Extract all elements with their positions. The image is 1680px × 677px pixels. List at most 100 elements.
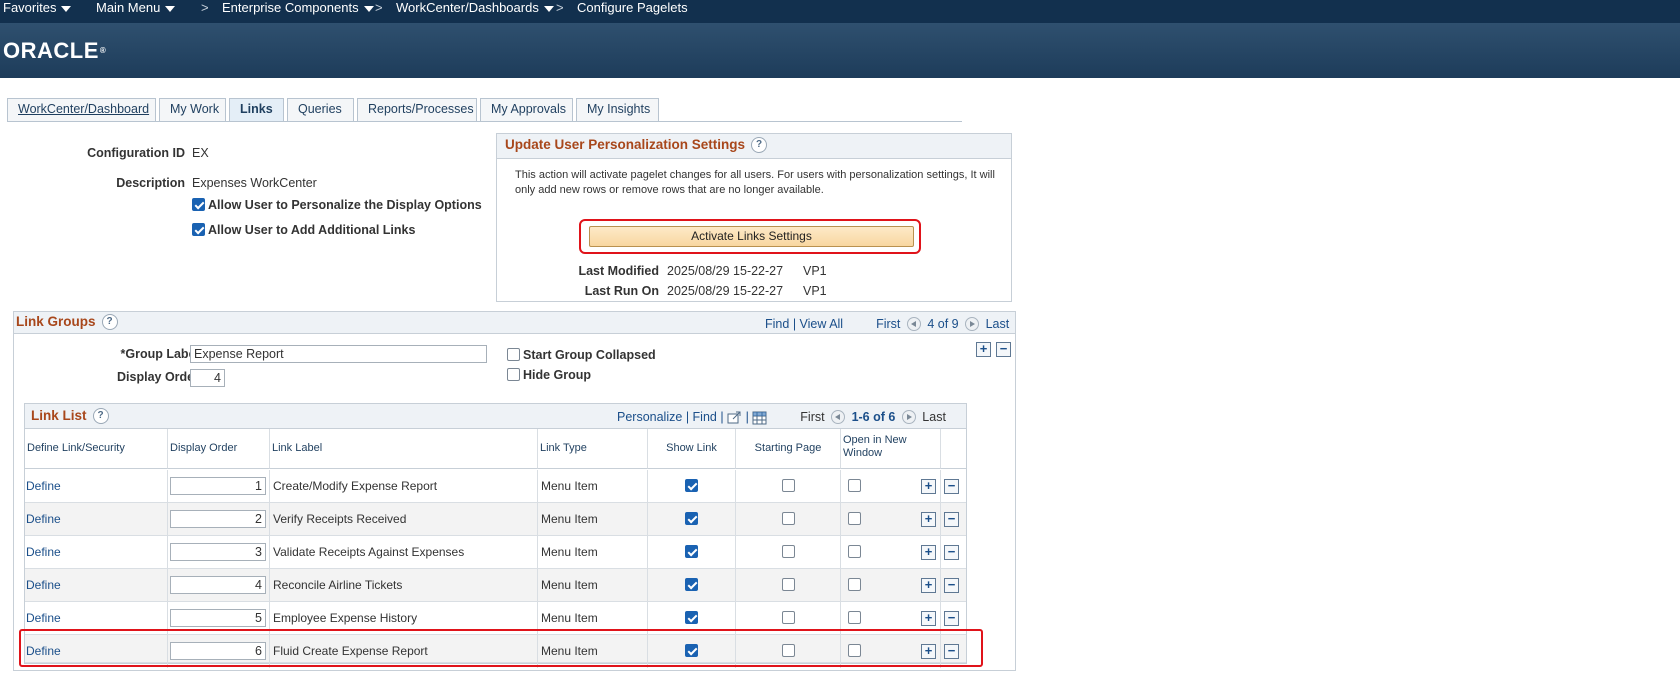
record-counter: 4 of 9	[927, 317, 959, 331]
define-link[interactable]: Define	[26, 512, 61, 526]
delete-row-button[interactable]: −	[944, 611, 959, 626]
starting-page-checkbox[interactable]	[781, 479, 795, 493]
show-link-checkbox[interactable]	[685, 512, 698, 526]
help-icon[interactable]: ?	[92, 408, 109, 425]
allow-personalize-checkbox[interactable]	[192, 198, 205, 212]
open-in-new-window-checkbox[interactable]	[848, 479, 861, 493]
tab-label: My Work	[170, 102, 220, 116]
favorites-label: Favorites	[3, 0, 57, 15]
view-in-new-window-icon[interactable]	[727, 411, 742, 425]
column-header-link-label: Link Label	[270, 429, 538, 469]
favorites-menu[interactable]: Favorites	[3, 0, 72, 16]
open-in-new-window-checkbox[interactable]	[848, 578, 861, 592]
chevron-down-icon	[165, 5, 176, 12]
main-menu[interactable]: Main Menu	[96, 0, 176, 16]
starting-page-checkbox[interactable]	[781, 512, 795, 526]
starting-page-checkbox[interactable]	[781, 578, 795, 592]
configuration-id-label: Configuration ID	[87, 146, 185, 160]
start-collapsed-label: Start Group Collapsed	[523, 348, 656, 362]
tab-label: My Insights	[587, 102, 651, 116]
add-group-button[interactable]: +	[976, 342, 991, 357]
column-header-actions	[941, 429, 966, 469]
open-in-new-window-checkbox[interactable]	[848, 545, 861, 559]
link-list-header: Link List? Personalize | Find | | First …	[25, 404, 966, 429]
add-row-button[interactable]: +	[921, 578, 936, 593]
next-arrow-icon[interactable]	[901, 409, 916, 424]
starting-page-checkbox[interactable]	[781, 611, 795, 625]
tab-links[interactable]: Links	[229, 98, 284, 122]
add-row-button[interactable]: +	[921, 611, 936, 626]
tab-divider	[7, 121, 962, 122]
tab-queries[interactable]: Queries	[287, 98, 354, 121]
help-icon[interactable]: ?	[751, 137, 768, 154]
highlight-annotation	[19, 629, 983, 667]
personalization-title: Update User Personalization Settings?	[505, 137, 768, 154]
breadcrumb-label: WorkCenter/Dashboards	[396, 0, 539, 15]
add-row-button[interactable]: +	[921, 545, 936, 560]
link-separator: |	[720, 410, 724, 424]
table-row: Define 4 Reconcile Airline Tickets Menu …	[25, 569, 966, 602]
breadcrumb-workcenter-dashboards[interactable]: WorkCenter/Dashboards	[396, 0, 554, 16]
open-in-new-window-checkbox[interactable]	[848, 611, 861, 625]
tab-label: Links	[240, 102, 273, 116]
first-link[interactable]: First	[876, 317, 900, 331]
delete-row-button[interactable]: −	[944, 479, 959, 494]
define-link[interactable]: Define	[26, 545, 61, 559]
view-all-link[interactable]: View All	[800, 317, 844, 331]
tab-workcenter-dashboard[interactable]: WorkCenter/Dashboard	[7, 98, 156, 121]
allow-add-links-checkbox[interactable]	[192, 223, 205, 237]
define-link[interactable]: Define	[26, 578, 61, 592]
start-collapsed-checkbox[interactable]	[507, 348, 520, 362]
main-menu-label: Main Menu	[96, 0, 161, 15]
display-order-input[interactable]: 2	[170, 510, 266, 528]
configuration-id-value: EX	[192, 146, 209, 160]
column-header-show-link: Show Link	[648, 429, 736, 469]
help-icon[interactable]: ?	[101, 314, 118, 331]
display-order-input[interactable]: 5	[170, 609, 266, 627]
define-link[interactable]: Define	[26, 611, 61, 625]
link-type-value: Menu Item	[538, 569, 648, 602]
previous-arrow-icon[interactable]	[831, 409, 846, 424]
previous-arrow-icon[interactable]	[906, 316, 921, 331]
delete-row-button[interactable]: −	[944, 512, 959, 527]
description-value: Expenses WorkCenter	[192, 176, 317, 190]
group-label-input[interactable]: Expense Report	[190, 345, 487, 363]
personalize-link[interactable]: Personalize	[617, 410, 682, 424]
breadcrumb-label: Enterprise Components	[222, 0, 359, 15]
delete-row-button[interactable]: −	[944, 578, 959, 593]
last-modified-user: VP1	[803, 264, 827, 278]
group-label-label: *Group Label	[120, 347, 199, 361]
tab-my-insights[interactable]: My Insights	[576, 98, 659, 121]
tab-my-approvals[interactable]: My Approvals	[480, 98, 573, 121]
show-link-checkbox[interactable]	[685, 545, 698, 559]
tab-label: Reports/Processes	[368, 102, 474, 116]
display-order-input[interactable]: 4	[170, 576, 266, 594]
download-grid-icon[interactable]	[752, 411, 767, 425]
starting-page-checkbox[interactable]	[781, 545, 795, 559]
open-in-new-window-checkbox[interactable]	[848, 512, 861, 526]
add-row-button[interactable]: +	[921, 479, 936, 494]
add-row-button[interactable]: +	[921, 512, 936, 527]
define-link[interactable]: Define	[26, 479, 61, 493]
show-link-checkbox[interactable]	[685, 578, 698, 592]
last-modified-label: Last Modified	[578, 264, 659, 278]
next-arrow-icon[interactable]	[965, 316, 980, 331]
remove-group-button[interactable]: −	[996, 342, 1011, 357]
delete-row-button[interactable]: −	[944, 545, 959, 560]
show-link-checkbox[interactable]	[685, 479, 698, 493]
show-link-checkbox[interactable]	[685, 611, 698, 625]
chevron-down-icon	[61, 5, 72, 12]
last-link[interactable]: Last	[986, 317, 1010, 331]
find-link[interactable]: Find	[765, 317, 789, 331]
hide-group-checkbox[interactable]	[507, 368, 520, 382]
find-link[interactable]: Find	[693, 410, 717, 424]
tab-my-work[interactable]: My Work	[159, 98, 226, 121]
section-title-text: Link List	[31, 408, 87, 423]
display-order-input[interactable]: 3	[170, 543, 266, 561]
display-order-input[interactable]: 4	[190, 369, 225, 387]
personalization-description: This action will activate pagelet change…	[515, 169, 995, 196]
link-label-value: Validate Receipts Against Expenses	[270, 536, 538, 569]
breadcrumb-enterprise-components[interactable]: Enterprise Components	[222, 0, 374, 16]
display-order-input[interactable]: 1	[170, 477, 266, 495]
tab-reports-processes[interactable]: Reports/Processes	[357, 98, 477, 121]
